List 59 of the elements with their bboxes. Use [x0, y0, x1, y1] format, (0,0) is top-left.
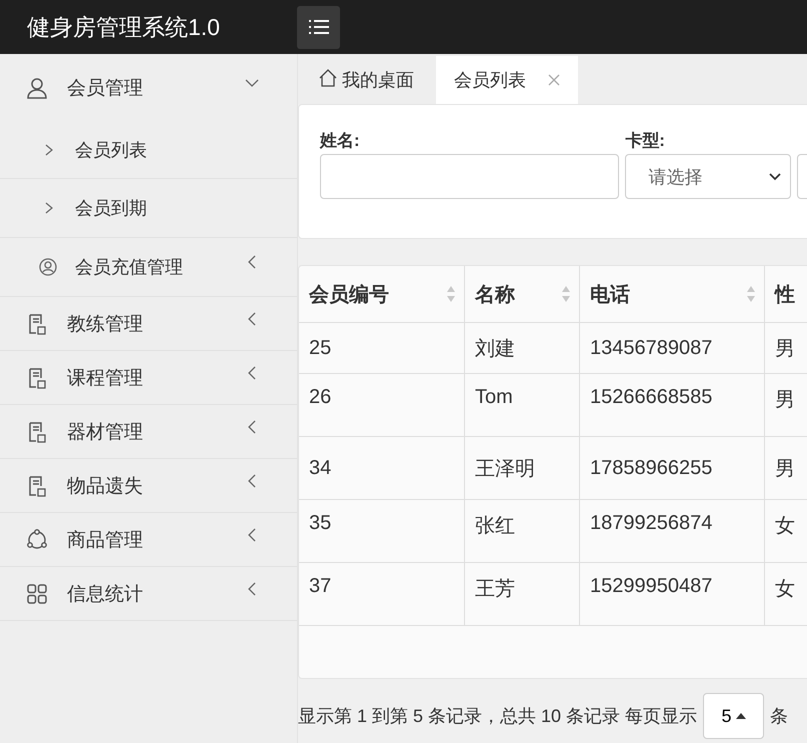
nav-item[interactable]: 器材管理 — [0, 405, 297, 459]
nav-subitem[interactable]: 会员到期 — [0, 179, 297, 238]
table-cell: 张红 — [464, 500, 580, 562]
text-field[interactable] — [320, 154, 620, 199]
caret-up-icon — [736, 713, 746, 719]
chevron-right-icon — [44, 202, 54, 214]
table-cell: 25 — [299, 322, 464, 374]
user-circle-icon — [39, 258, 57, 276]
person-icon — [26, 77, 48, 99]
tab[interactable]: 会员列表 — [436, 56, 578, 104]
chevron-right-icon — [44, 144, 54, 156]
home-icon — [318, 68, 338, 88]
table-cell: 34 — [299, 436, 464, 500]
table-cell: 26 — [299, 374, 464, 436]
table-cell: 37 — [299, 562, 464, 626]
nav-item[interactable]: 教练管理 — [0, 297, 297, 351]
field-label: 卡型: — [625, 130, 666, 152]
table-cell: 13456789087 — [580, 322, 764, 374]
menu-icon — [308, 19, 330, 35]
nav-subitem[interactable]: 会员充值管理 — [0, 238, 297, 297]
nav-item[interactable]: 课程管理 — [0, 351, 297, 405]
field-label: 姓名: — [320, 130, 361, 152]
nav-item[interactable]: 物品遗失 — [0, 459, 297, 513]
grid-icon — [26, 582, 48, 604]
column-header[interactable]: 性 — [764, 266, 807, 322]
sort-icon — [561, 285, 571, 303]
column-header[interactable]: 名称 — [464, 266, 580, 322]
page-size-button[interactable]: 5 — [703, 693, 764, 739]
sort-icon — [746, 285, 756, 303]
tab[interactable]: 我的桌面 — [298, 56, 436, 104]
caret-icon — [769, 172, 782, 180]
share-icon — [26, 528, 48, 550]
column-header[interactable]: 电话 — [580, 266, 764, 322]
table-cell: 王芳 — [464, 562, 580, 626]
pagination-summary: 显示第 1 到第 5 条记录，总共 10 条记录 每页显示 — [298, 705, 698, 728]
nav-item[interactable]: 信息统计 — [0, 567, 297, 621]
nav-subitem[interactable]: 会员列表 — [0, 122, 297, 179]
pagination-suffix: 条 — [770, 705, 788, 728]
table-cell: 15266668585 — [580, 374, 764, 436]
table-cell: 17858966255 — [580, 436, 764, 500]
table-cell: 刘建 — [464, 322, 580, 374]
table-cell: 女 — [764, 562, 807, 626]
close-button[interactable] — [548, 74, 560, 86]
table-cell: 男 — [764, 436, 807, 500]
table-cell: 15299950487 — [580, 562, 764, 626]
table-cell: Tom — [464, 374, 580, 436]
column-header[interactable]: 会员编号 — [299, 266, 464, 322]
app-title: 健身房管理系统1.0 — [26, 12, 221, 42]
table-cell: 男 — [764, 322, 807, 374]
table-cell: 男 — [764, 374, 807, 436]
menu-button[interactable] — [297, 6, 340, 48]
sort-icon — [446, 285, 456, 303]
table-cell: 女 — [764, 500, 807, 562]
nav-item[interactable]: 会员管理 — [0, 54, 297, 122]
card-type-select[interactable]: 请选择 — [625, 154, 792, 199]
table-cell: 35 — [299, 500, 464, 562]
table-cell: 18799256874 — [580, 500, 764, 562]
nav-item[interactable]: 商品管理 — [0, 513, 297, 567]
table-cell: 王泽明 — [464, 436, 580, 500]
